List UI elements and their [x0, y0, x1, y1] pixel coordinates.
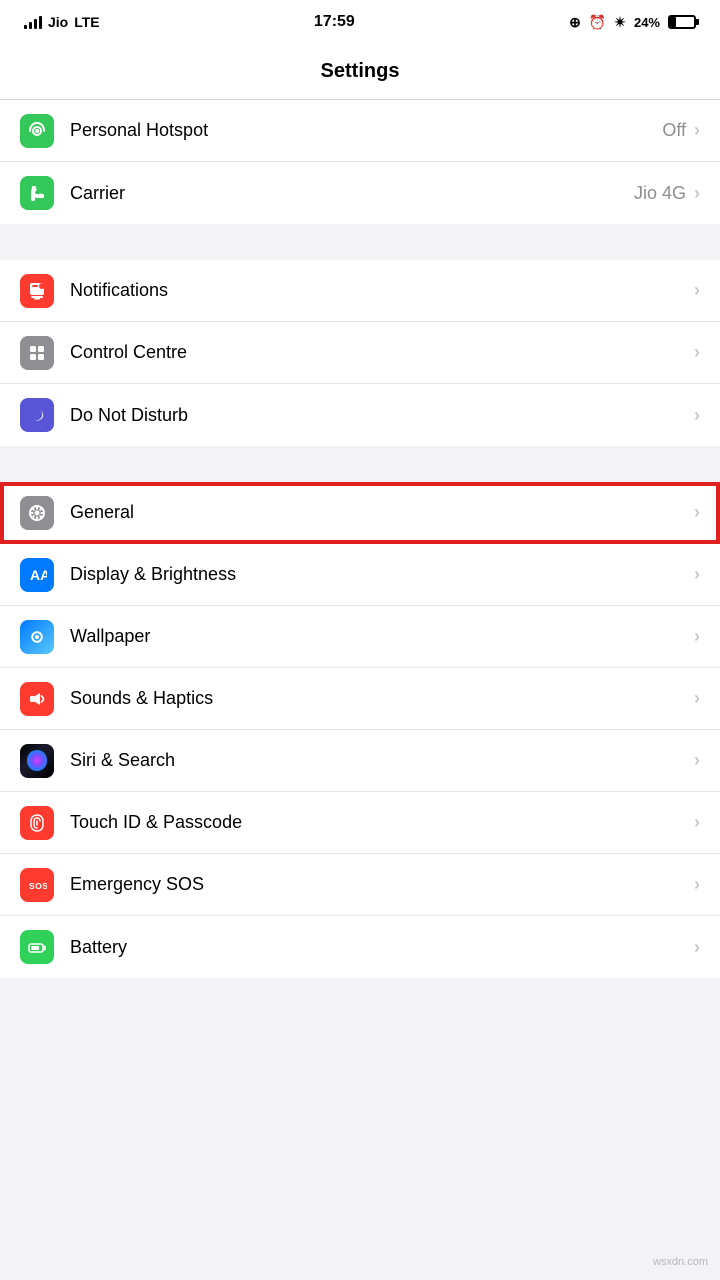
sos-icon: SOS: [20, 868, 54, 902]
display-brightness-label: Display & Brightness: [70, 564, 694, 585]
row-carrier[interactable]: Carrier Jio 4G ›: [0, 162, 720, 224]
sos-chevron: ›: [694, 874, 700, 895]
row-battery[interactable]: Battery ›: [0, 916, 720, 978]
nav-header: Settings: [0, 44, 720, 100]
carrier-label: Jio: [48, 14, 68, 30]
time-display: 17:59: [314, 13, 355, 31]
sounds-chevron: ›: [694, 688, 700, 709]
touchid-chevron: ›: [694, 812, 700, 833]
status-left: Jio LTE: [24, 14, 100, 30]
dnd-chevron: ›: [694, 405, 700, 426]
page-title: Settings: [321, 60, 400, 83]
notifications-label: Notifications: [70, 280, 694, 301]
battery-icon: [668, 15, 696, 29]
signal-bars: [24, 15, 42, 29]
settings-group-connectivity: Personal Hotspot Off › Carrier Jio 4G ›: [0, 100, 720, 224]
notifications-chevron: ›: [694, 280, 700, 301]
bluetooth-icon: ✴: [614, 14, 626, 31]
general-label: General: [70, 502, 694, 523]
control-centre-icon: [20, 336, 54, 370]
battery-row-label: Battery: [70, 937, 694, 958]
gap-1: [0, 224, 720, 260]
sounds-label: Sounds & Haptics: [70, 688, 694, 709]
personal-hotspot-value: Off: [662, 120, 686, 141]
display-brightness-chevron: ›: [694, 564, 700, 585]
general-icon: [20, 496, 54, 530]
battery-chevron: ›: [694, 937, 700, 958]
row-notifications[interactable]: Notifications ›: [0, 260, 720, 322]
row-do-not-disturb[interactable]: Do Not Disturb ›: [0, 384, 720, 446]
sounds-icon: [20, 682, 54, 716]
touchid-label: Touch ID & Passcode: [70, 812, 694, 833]
row-sounds-haptics[interactable]: Sounds & Haptics ›: [0, 668, 720, 730]
carrier-chevron: ›: [694, 183, 700, 204]
personal-hotspot-label: Personal Hotspot: [70, 120, 662, 141]
row-personal-hotspot[interactable]: Personal Hotspot Off ›: [0, 100, 720, 162]
battery-percentage: 24%: [634, 15, 660, 30]
row-control-centre[interactable]: Control Centre ›: [0, 322, 720, 384]
personal-hotspot-chevron: ›: [694, 120, 700, 141]
row-touch-id[interactable]: Touch ID & Passcode ›: [0, 792, 720, 854]
carrier-row-label: Carrier: [70, 183, 634, 204]
section-connectivity: Personal Hotspot Off › Carrier Jio 4G ›: [0, 100, 720, 224]
location-icon: ⊕: [569, 14, 581, 31]
settings-group-system: Notifications › Control Centre ›: [0, 260, 720, 446]
sos-label: Emergency SOS: [70, 874, 694, 895]
dnd-label: Do Not Disturb: [70, 405, 694, 426]
svg-text:SOS: SOS: [29, 881, 47, 891]
row-display-brightness[interactable]: AA Display & Brightness ›: [0, 544, 720, 606]
personal-hotspot-icon: [20, 114, 54, 148]
control-centre-label: Control Centre: [70, 342, 694, 363]
gap-2: [0, 446, 720, 482]
siri-label: Siri & Search: [70, 750, 694, 771]
network-type: LTE: [74, 14, 99, 30]
settings-group-display: General › AA Display & Brightness › Wal: [0, 482, 720, 978]
wallpaper-label: Wallpaper: [70, 626, 694, 647]
carrier-row-value: Jio 4G: [634, 183, 686, 204]
row-siri-search[interactable]: Siri & Search ›: [0, 730, 720, 792]
status-bar: Jio LTE 17:59 ⊕ ⏰ ✴ 24%: [0, 0, 720, 44]
section-system: Notifications › Control Centre ›: [0, 260, 720, 446]
watermark: wsxdn.com: [653, 1256, 708, 1268]
section-display: General › AA Display & Brightness › Wal: [0, 482, 720, 978]
siri-chevron: ›: [694, 750, 700, 771]
carrier-icon: [20, 176, 54, 210]
status-right: ⊕ ⏰ ✴ 24%: [569, 14, 696, 31]
alarm-icon: ⏰: [589, 14, 606, 31]
row-wallpaper[interactable]: Wallpaper ›: [0, 606, 720, 668]
siri-icon: [20, 744, 54, 778]
row-emergency-sos[interactable]: SOS Emergency SOS ›: [0, 854, 720, 916]
battery-row-icon: [20, 930, 54, 964]
touchid-icon: [20, 806, 54, 840]
wallpaper-icon: [20, 620, 54, 654]
general-chevron: ›: [694, 502, 700, 523]
wallpaper-chevron: ›: [694, 626, 700, 647]
svg-text:AA: AA: [30, 567, 47, 583]
control-centre-chevron: ›: [694, 342, 700, 363]
battery-fill: [670, 17, 676, 27]
display-icon: AA: [20, 558, 54, 592]
row-general[interactable]: General ›: [0, 482, 720, 544]
notifications-icon: [20, 274, 54, 308]
dnd-icon: [20, 398, 54, 432]
